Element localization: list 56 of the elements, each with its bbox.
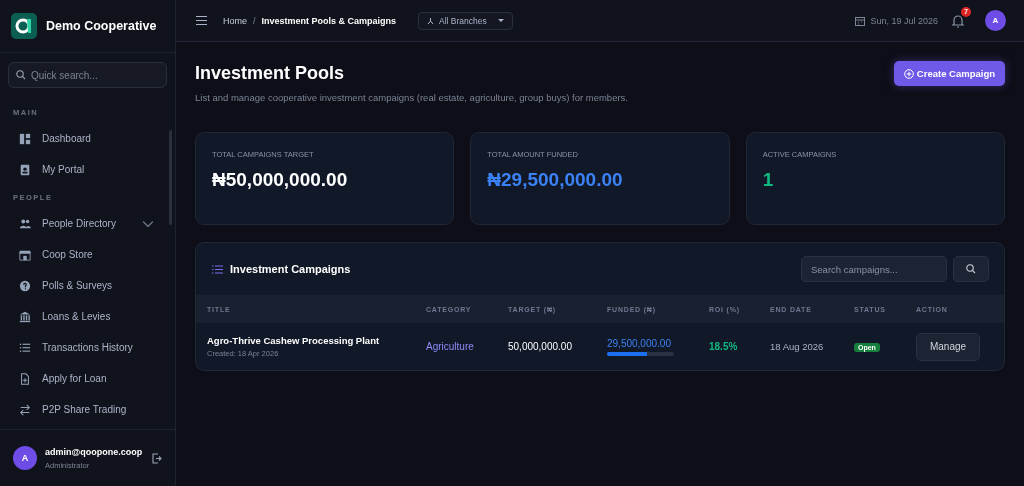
search-icon: [16, 70, 26, 80]
page-title: Investment Pools: [195, 63, 346, 84]
campaign-title: Agro-Thrive Cashew Processing Plant: [207, 335, 381, 346]
brand-name: Demo Cooperative: [46, 19, 157, 33]
branch-dropdown[interactable]: All Branches: [418, 11, 513, 30]
user-email: admin@qoopone.coop: [45, 446, 143, 457]
user-avatar[interactable]: A: [985, 10, 1006, 31]
help-circle-icon: [19, 279, 31, 292]
user-avatar[interactable]: A: [13, 446, 37, 470]
breadcrumb-separator: /: [253, 15, 256, 26]
people-icon: [19, 217, 31, 230]
category-link[interactable]: Agriculture: [426, 341, 474, 352]
quick-search-field[interactable]: Quick search...: [8, 62, 167, 88]
stat-value: 1: [762, 169, 775, 191]
manage-button[interactable]: Manage: [916, 332, 980, 361]
caret-icon: [497, 18, 504, 23]
sidebar-item[interactable]: Transactions History: [0, 332, 175, 363]
bell-icon[interactable]: [951, 12, 965, 29]
store-icon: [19, 248, 31, 261]
menu-icon[interactable]: [196, 16, 207, 25]
id-card-icon: [19, 163, 31, 176]
list-icon: [212, 264, 223, 274]
dashboard-icon: [19, 132, 31, 145]
logo-icon: [11, 13, 37, 39]
breadcrumb-link[interactable]: Home: [223, 15, 247, 26]
plus-circle-icon: [903, 68, 914, 79]
stat-value: ₦29,500,000.00: [487, 169, 624, 191]
current-date: Sun, 19 Jul 2026: [870, 15, 938, 26]
document-plus-icon: [19, 372, 31, 385]
create-campaign-button[interactable]: Create Campaign: [893, 61, 1005, 86]
branch-icon: [427, 16, 435, 25]
list-icon: [19, 341, 31, 354]
progress-bar: [607, 351, 674, 356]
funded-amount: 29,500,000.00: [607, 337, 672, 349]
sidebar-item[interactable]: People Directory: [0, 208, 175, 239]
sidebar-item[interactable]: Dashboard: [0, 123, 175, 154]
roi-value: 18.5%: [709, 341, 738, 352]
page-subtitle: List and manage cooperative investment campaigns (real estate, agriculture, group buys) for members.: [195, 92, 628, 103]
table-cell: 50,000,000.00: [508, 341, 572, 352]
panel-title: Investment Campaigns: [230, 263, 351, 275]
sidebar-item[interactable]: Coop Store: [0, 239, 175, 270]
search-button[interactable]: [953, 256, 989, 282]
swap-arrows-icon: [19, 403, 31, 416]
sidebar-item[interactable]: Polls & Surveys: [0, 270, 175, 301]
stat-value: ₦50,000,000.00: [212, 169, 349, 191]
sidebar-item[interactable]: My Portal: [0, 154, 175, 185]
logout-icon[interactable]: [151, 452, 162, 464]
search-icon: [966, 264, 976, 274]
search-campaigns-field[interactable]: Search campaigns...: [801, 256, 947, 282]
breadcrumb-current: Investment Pools & Campaigns: [261, 15, 397, 26]
sidebar-item[interactable]: P2P Share Trading: [0, 394, 175, 425]
sidebar-item[interactable]: Loans & Levies: [0, 301, 175, 332]
bank-icon: [19, 310, 31, 323]
sidebar-item[interactable]: Apply for Loan: [0, 363, 175, 394]
table-cell: 18 Aug 2026: [770, 341, 824, 352]
calendar-icon: [855, 15, 866, 26]
